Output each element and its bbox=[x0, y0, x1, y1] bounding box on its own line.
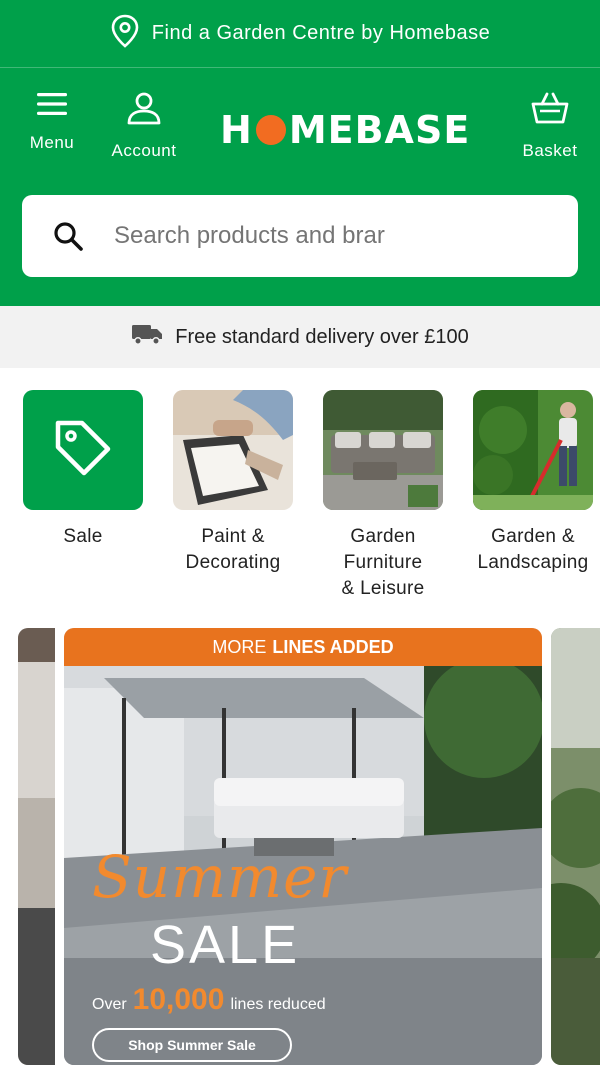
sale-text: SALE bbox=[150, 915, 301, 975]
basket-button[interactable]: Basket bbox=[516, 90, 584, 161]
homebase-logo[interactable]: H MEBASE bbox=[220, 106, 470, 154]
sale-tile bbox=[23, 390, 143, 510]
category-label: Sale bbox=[63, 526, 103, 547]
banner-headline-prefix: MORE bbox=[212, 636, 267, 657]
category-garden-landscaping[interactable]: Garden & Landscaping bbox=[472, 390, 594, 576]
menu-label: Menu bbox=[29, 133, 75, 152]
category-paint-decorating[interactable]: Paint & Decorating bbox=[172, 390, 294, 576]
lines-reduced-count: 10,000 bbox=[132, 983, 225, 1016]
carousel-next-slide[interactable] bbox=[551, 628, 600, 1065]
location-pin-icon bbox=[110, 14, 140, 53]
category-label: Garden & Landscaping bbox=[477, 526, 589, 573]
logo-letter-h: H bbox=[220, 108, 253, 152]
account-button[interactable]: Account bbox=[104, 90, 184, 161]
promo-carousel[interactable]: MORE LINES ADDED Summer SALE Over 10,000… bbox=[0, 628, 600, 1065]
category-label: Garden Furniture & Leisure bbox=[341, 526, 425, 599]
hamburger-icon bbox=[36, 90, 68, 123]
truck-icon bbox=[131, 322, 163, 352]
find-garden-centre-label: Find a Garden Centre by Homebase bbox=[151, 22, 491, 44]
user-icon bbox=[126, 90, 162, 131]
menu-button[interactable]: Menu bbox=[22, 90, 82, 153]
category-label: Paint & Decorating bbox=[185, 526, 281, 573]
search-bar[interactable] bbox=[22, 195, 578, 277]
paint-decorating-image bbox=[173, 390, 293, 510]
banner-headline-bold: LINES ADDED bbox=[272, 636, 394, 657]
site-header: Menu Account H MEBASE Basket bbox=[0, 68, 600, 306]
price-tag-icon bbox=[52, 417, 114, 484]
delivery-text: Free standard delivery over £100 bbox=[175, 325, 469, 348]
summer-sale-banner[interactable]: MORE LINES ADDED Summer SALE Over 10,000… bbox=[64, 628, 542, 1065]
basket-icon bbox=[530, 90, 570, 131]
basket-label: Basket bbox=[522, 141, 578, 160]
category-garden-furniture[interactable]: Garden Furniture & Leisure bbox=[322, 390, 444, 602]
banner-headline: MORE LINES ADDED bbox=[64, 628, 542, 666]
account-label: Account bbox=[111, 141, 177, 160]
carousel-previous-slide[interactable] bbox=[18, 628, 55, 1065]
search-icon[interactable] bbox=[52, 220, 84, 252]
logo-text: MEBASE bbox=[288, 108, 471, 152]
shop-summer-sale-button[interactable]: Shop Summer Sale bbox=[92, 1028, 292, 1062]
category-list: Sale Paint & Decorating Garden Furniture… bbox=[0, 390, 600, 610]
summer-script-text: Summer bbox=[92, 843, 348, 911]
over-prefix: Over bbox=[92, 996, 127, 1013]
logo-orange-dot bbox=[255, 115, 286, 145]
delivery-banner[interactable]: Free standard delivery over £100 bbox=[0, 306, 600, 368]
find-garden-centre-bar[interactable]: Find a Garden Centre by Homebase bbox=[0, 0, 600, 68]
garden-landscaping-image bbox=[473, 390, 593, 510]
search-input[interactable] bbox=[114, 222, 444, 250]
category-sale[interactable]: Sale bbox=[22, 390, 144, 550]
garden-furniture-image bbox=[323, 390, 443, 510]
lines-reduced-text: Over 10,000 lines reduced bbox=[92, 983, 326, 1017]
over-suffix: lines reduced bbox=[230, 996, 326, 1013]
